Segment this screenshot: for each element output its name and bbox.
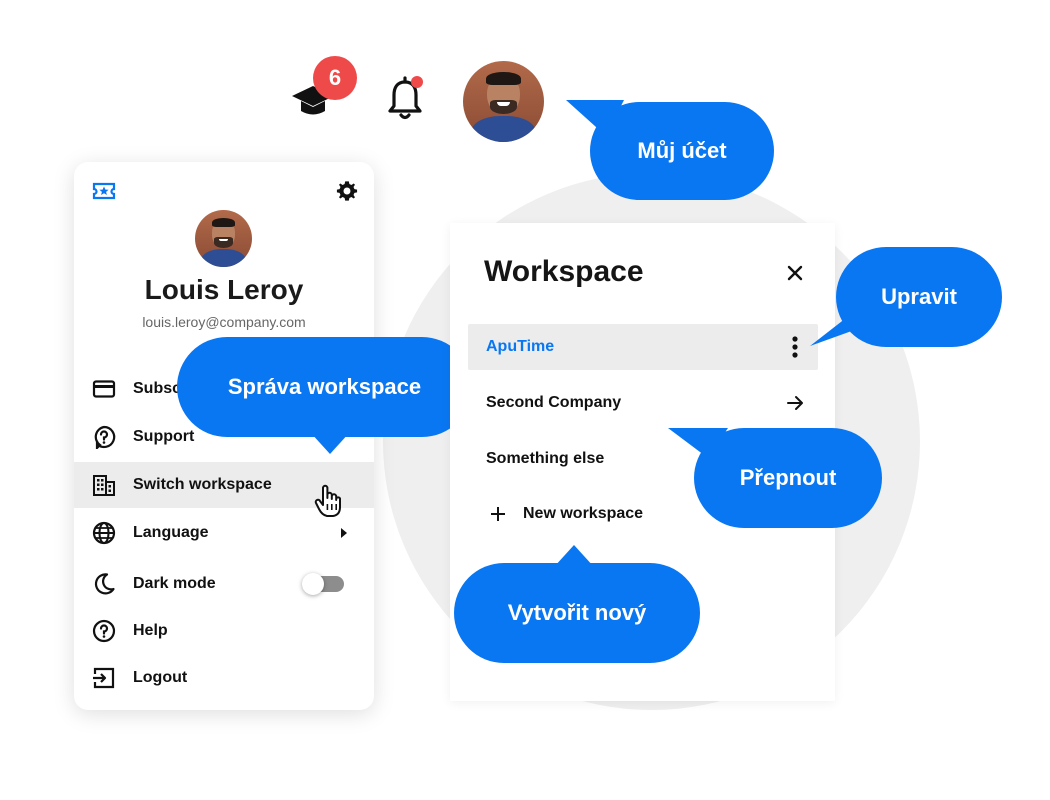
arrow-right-icon[interactable] [786, 394, 804, 412]
profile-email: louis.leroy@company.com [142, 314, 306, 330]
building-icon [93, 475, 115, 496]
help-circle-icon [92, 619, 116, 643]
menu-item-switch-workspace[interactable]: Switch workspace [74, 462, 374, 517]
globe-icon [92, 521, 116, 545]
callout-manage-workspace: Správa workspace [177, 337, 472, 437]
callout-edit-tail [810, 318, 860, 346]
menu-item-language[interactable]: Language [74, 510, 374, 556]
workspace-title: Workspace [484, 255, 644, 288]
menu-item-label: Support [133, 428, 195, 445]
menu-item-label: Subsc [133, 380, 182, 397]
close-icon[interactable] [787, 265, 803, 281]
menu-item-label: Dark mode [133, 575, 216, 592]
menu-item-label: Switch workspace [133, 476, 272, 493]
notification-count-badge: 6 [313, 56, 357, 100]
profile-avatar [195, 210, 252, 267]
workspace-item-second-company[interactable]: Second Company [468, 380, 818, 426]
callout-account-tail [566, 100, 624, 136]
bell-unread-dot [411, 76, 423, 88]
toggle-knob [302, 573, 324, 595]
workspace-item-label: Second Company [486, 394, 622, 411]
account-avatar[interactable] [463, 61, 544, 142]
callout-switch-label: Přepnout [739, 465, 837, 490]
new-workspace-label: New workspace [523, 505, 644, 522]
callout-manage-workspace-tail [310, 432, 350, 454]
callout-create-new-tail [554, 545, 594, 567]
gear-icon[interactable] [336, 180, 358, 202]
logout-icon [93, 667, 115, 689]
help-bubble-icon [94, 425, 116, 449]
callout-account-label: Můj účet [637, 138, 727, 163]
callout-edit: Upravit [836, 247, 1002, 347]
more-vertical-icon[interactable] [792, 336, 798, 358]
menu-item-help[interactable]: Help [74, 608, 374, 654]
plus-icon [491, 507, 505, 521]
menu-item-label: Logout [133, 669, 188, 686]
callout-create-new: Vytvořit nový [454, 563, 700, 663]
caret-right-icon [341, 528, 347, 538]
callout-manage-workspace-label: Správa workspace [227, 374, 422, 399]
menu-item-label: Language [133, 524, 209, 541]
profile-name: Louis Leroy [144, 274, 304, 305]
ticket-star-icon[interactable] [92, 180, 116, 202]
callout-create-new-label: Vytvořit nový [507, 600, 647, 625]
dark-mode-toggle[interactable] [302, 573, 344, 595]
workspace-item-label: ApuTime [486, 338, 555, 355]
moon-icon [94, 573, 115, 595]
workspace-item-label: Something else [486, 450, 605, 467]
menu-item-label: Help [133, 622, 168, 639]
menu-item-dark-mode[interactable]: Dark mode [74, 561, 374, 607]
callout-switch-tail [668, 428, 728, 458]
credit-card-icon [92, 380, 116, 398]
callout-edit-label: Upravit [881, 284, 957, 309]
menu-item-logout[interactable]: Logout [74, 655, 374, 701]
workspace-item-aputime[interactable]: ApuTime [468, 324, 818, 370]
